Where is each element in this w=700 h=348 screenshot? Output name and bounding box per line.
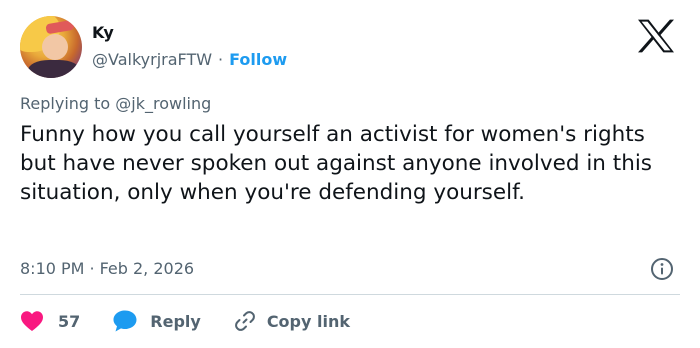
x-logo-icon[interactable] — [636, 18, 676, 54]
timestamp-separator: · — [89, 259, 95, 278]
follow-button[interactable]: Follow — [229, 50, 287, 69]
handle-separator: · — [218, 50, 224, 69]
author-handle-row: @ValkyrjraFTW · Follow — [92, 49, 287, 71]
tweet-text: Funny how you call yourself an activist … — [20, 122, 653, 205]
avatar[interactable] — [20, 16, 82, 78]
tweet-timestamp[interactable]: 8:10 PM · Feb 2, 2026 — [20, 258, 194, 280]
like-button[interactable]: 57 — [20, 310, 80, 332]
tweet-time[interactable]: 8:10 PM — [20, 259, 84, 278]
speech-bubble-icon — [113, 310, 137, 332]
replying-to: Replying to @jk_rowling — [20, 93, 211, 115]
avatar-clothing — [28, 60, 80, 78]
author-name[interactable]: Ky — [92, 22, 114, 44]
heart-icon — [21, 311, 43, 331]
like-count: 57 — [58, 311, 81, 331]
replying-prefix: Replying to — [20, 94, 111, 113]
action-bar: 57 Reply Copy link — [20, 307, 382, 335]
author-handle[interactable]: @ValkyrjraFTW — [92, 50, 212, 69]
reply-button[interactable]: Reply — [112, 309, 201, 333]
tweet-date[interactable]: Feb 2, 2026 — [100, 259, 194, 278]
divider — [20, 294, 680, 295]
link-icon — [234, 311, 255, 331]
avatar-face — [42, 34, 68, 60]
info-icon[interactable] — [650, 257, 674, 281]
copy-link-label: Copy link — [266, 311, 350, 331]
replying-mention[interactable]: @jk_rowling — [115, 94, 211, 113]
copy-link-button[interactable]: Copy link — [233, 309, 350, 333]
reply-label: Reply — [150, 311, 201, 331]
